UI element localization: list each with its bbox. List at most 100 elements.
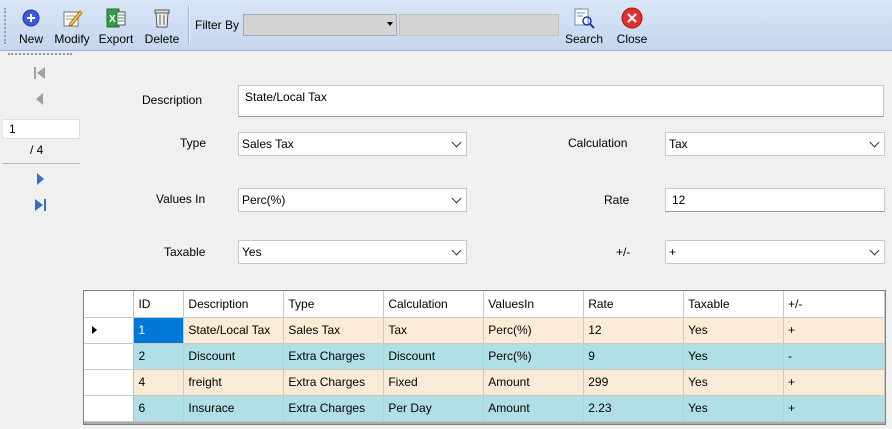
- search-button[interactable]: Search: [563, 4, 605, 48]
- cell-plusminus[interactable]: +: [783, 317, 885, 344]
- cell-type[interactable]: Extra Charges: [283, 343, 385, 370]
- export-button[interactable]: X Export: [98, 4, 134, 48]
- row-header[interactable]: [84, 369, 135, 396]
- toolbar-grip[interactable]: [4, 8, 9, 44]
- navigator-grip[interactable]: [8, 53, 72, 55]
- current-row-indicator-icon: [92, 326, 97, 334]
- column-header-type[interactable]: Type: [283, 291, 385, 318]
- record-position-value: 1: [9, 122, 16, 136]
- cell-id[interactable]: 1: [133, 317, 185, 344]
- row-header[interactable]: [84, 395, 135, 422]
- cell-calculation[interactable]: Tax: [383, 317, 485, 344]
- delete-button[interactable]: Delete: [143, 4, 181, 48]
- dropdown-arrow-icon: [387, 22, 393, 26]
- column-header-description[interactable]: Description: [183, 291, 285, 318]
- table-row[interactable]: 1 State/Local Tax Sales Tax Tax Perc(%) …: [84, 317, 885, 344]
- taxable-label: Taxable: [164, 245, 206, 259]
- cell-plusminus[interactable]: +: [783, 395, 885, 422]
- toolbar-separator: [188, 6, 190, 44]
- filter-by-label: Filter By: [195, 18, 240, 32]
- filter-by-select[interactable]: [243, 14, 397, 36]
- new-label: New: [18, 32, 43, 46]
- new-button[interactable]: New: [14, 4, 48, 48]
- cell-rate[interactable]: 2.23: [583, 395, 685, 422]
- cell-type[interactable]: Extra Charges: [283, 369, 385, 396]
- svg-text:X: X: [109, 14, 116, 25]
- cell-taxable[interactable]: Yes: [683, 369, 785, 396]
- cell-plusminus[interactable]: +: [783, 369, 885, 396]
- description-input[interactable]: State/Local Tax: [238, 85, 884, 117]
- column-header-valuesin[interactable]: ValuesIn: [483, 291, 585, 318]
- cell-valuesin[interactable]: Amount: [483, 395, 585, 422]
- column-header-calculation[interactable]: Calculation: [383, 291, 485, 318]
- rate-input[interactable]: 12: [665, 188, 885, 212]
- cell-taxable[interactable]: Yes: [683, 317, 785, 344]
- cell-rate[interactable]: 12: [583, 317, 685, 344]
- chevron-down-icon: [451, 193, 462, 204]
- rate-label: Rate: [604, 193, 630, 207]
- close-button[interactable]: Close: [612, 4, 652, 48]
- cell-rate[interactable]: 299: [583, 369, 685, 396]
- row-header[interactable]: [84, 317, 135, 344]
- cell-id[interactable]: 4: [133, 369, 185, 396]
- add-icon: [22, 9, 40, 27]
- taxable-select[interactable]: Yes: [238, 240, 467, 264]
- cell-calculation[interactable]: Fixed: [383, 369, 485, 396]
- type-select[interactable]: Sales Tax: [238, 132, 467, 156]
- tax-grid: ID Description Type Calculation ValuesIn…: [83, 290, 886, 425]
- cell-valuesin[interactable]: Perc(%): [483, 317, 585, 344]
- last-record-icon[interactable]: [30, 195, 50, 215]
- values-in-select[interactable]: Perc(%): [238, 188, 467, 212]
- column-header-rate[interactable]: Rate: [583, 291, 685, 318]
- close-label: Close: [616, 32, 648, 46]
- column-header-plusminus[interactable]: +/-: [783, 291, 885, 318]
- cell-taxable[interactable]: Yes: [683, 343, 785, 370]
- rate-value: 12: [672, 193, 686, 207]
- plusminus-select[interactable]: +: [665, 240, 885, 264]
- cell-description[interactable]: Discount: [183, 343, 285, 370]
- type-label: Type: [180, 136, 207, 150]
- cell-rate[interactable]: 9: [583, 343, 685, 370]
- description-value: State/Local Tax: [245, 90, 327, 104]
- calculation-select[interactable]: Tax: [665, 132, 885, 156]
- cell-description[interactable]: freight: [183, 369, 285, 396]
- modify-button[interactable]: Modify: [53, 4, 91, 48]
- filter-value-input[interactable]: [399, 14, 559, 36]
- cell-plusminus[interactable]: -: [783, 343, 885, 370]
- chevron-down-icon: [451, 137, 462, 148]
- cell-description[interactable]: Insurace: [183, 395, 285, 422]
- modify-label: Modify: [54, 32, 90, 46]
- plusminus-value: +: [669, 245, 677, 259]
- cell-id[interactable]: 2: [133, 343, 185, 370]
- next-record-icon[interactable]: [30, 169, 50, 189]
- table-row[interactable]: 2 Discount Extra Charges Discount Perc(%…: [84, 343, 885, 370]
- edit-icon: [63, 10, 83, 27]
- values-in-label: Values In: [156, 192, 206, 206]
- toolbar: New Modify X Export Delete Filter By Sea…: [0, 0, 892, 51]
- cell-calculation[interactable]: Per Day: [383, 395, 485, 422]
- excel-export-icon: X: [106, 8, 126, 28]
- type-value: Sales Tax: [242, 137, 294, 151]
- cell-type[interactable]: Sales Tax: [283, 317, 385, 344]
- search-icon: [574, 8, 595, 29]
- navigator-divider: [2, 163, 80, 164]
- first-record-icon[interactable]: [30, 63, 50, 83]
- row-header[interactable]: [84, 343, 135, 370]
- table-row[interactable]: 4 freight Extra Charges Fixed Amount 299…: [84, 369, 885, 396]
- record-position-input[interactable]: 1: [2, 119, 80, 139]
- calculation-value: Tax: [669, 137, 688, 151]
- table-row[interactable]: 6 Insurace Extra Charges Per Day Amount …: [84, 395, 885, 422]
- previous-record-icon[interactable]: [30, 89, 50, 109]
- cell-type[interactable]: Extra Charges: [283, 395, 385, 422]
- column-header-taxable[interactable]: Taxable: [683, 291, 785, 318]
- column-header-id[interactable]: ID: [133, 291, 185, 318]
- delete-label: Delete: [144, 32, 180, 46]
- cell-valuesin[interactable]: Perc(%): [483, 343, 585, 370]
- cell-description[interactable]: State/Local Tax: [183, 317, 285, 344]
- values-in-value: Perc(%): [242, 193, 286, 207]
- cell-id[interactable]: 6: [133, 395, 185, 422]
- tax-table: ID Description Type Calculation ValuesIn…: [84, 291, 885, 422]
- cell-taxable[interactable]: Yes: [683, 395, 785, 422]
- cell-valuesin[interactable]: Amount: [483, 369, 585, 396]
- cell-calculation[interactable]: Discount: [383, 343, 485, 370]
